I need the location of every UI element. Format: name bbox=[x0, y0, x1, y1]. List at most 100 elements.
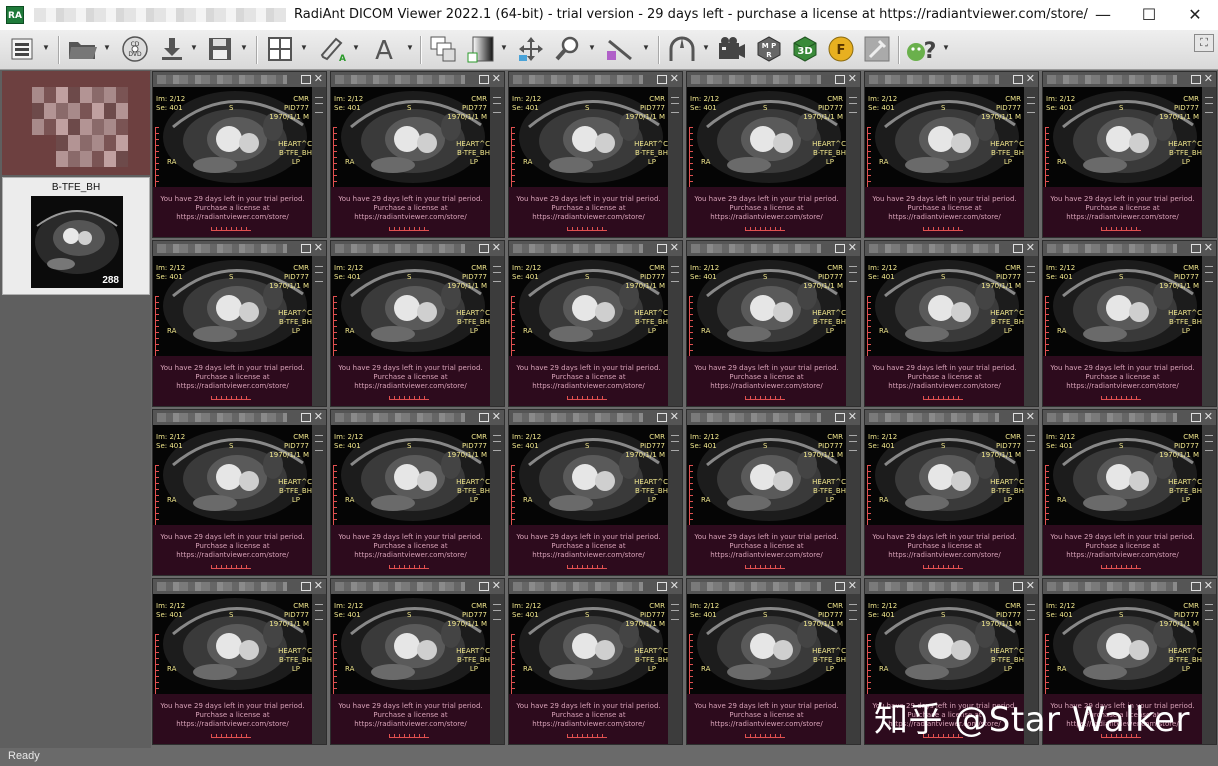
reset-dropdown-icon[interactable]: ▼ bbox=[702, 43, 710, 52]
scrollbar-thumb[interactable] bbox=[849, 604, 857, 620]
download-dropdown-icon[interactable]: ▼ bbox=[190, 43, 198, 52]
zoom-button[interactable] bbox=[552, 34, 584, 64]
series-thumbnail-blurred[interactable] bbox=[2, 71, 150, 175]
viewport-maximize-icon[interactable] bbox=[479, 582, 489, 591]
cardiac-mri-image[interactable]: Im: 2/12 Se: 401 CMR PID777 1970/1/1 M S HEART… bbox=[331, 87, 490, 187]
viewport-pane[interactable]: ✕ Im: 2/12 Se: 401 CMR PID777 1970/1/1 M S HEAR… bbox=[330, 409, 505, 576]
scrollbar-thumb[interactable] bbox=[1027, 435, 1035, 451]
cardiac-mri-image[interactable]: Im: 2/12 Se: 401 CMR PID777 1970/1/1 M S HEART… bbox=[865, 425, 1024, 525]
trial-notice-link[interactable]: https://radiantviewer.com/store/ bbox=[331, 551, 490, 560]
trial-notice-link[interactable]: https://radiantviewer.com/store/ bbox=[865, 213, 1024, 222]
viewport-maximize-icon[interactable] bbox=[657, 244, 667, 253]
layout-button[interactable] bbox=[266, 34, 294, 64]
viewport-pane[interactable]: ✕ Im: 2/12 Se: 401 CMR PID777 1970/1/1 M S HEAR… bbox=[1042, 240, 1217, 407]
close-button[interactable]: ✕ bbox=[1172, 0, 1218, 30]
trial-notice-link[interactable]: https://radiantviewer.com/store/ bbox=[509, 551, 668, 560]
viewport-scrollbar[interactable] bbox=[1202, 425, 1216, 575]
trial-notice-link[interactable]: https://radiantviewer.com/store/ bbox=[331, 213, 490, 222]
scrollbar-thumb[interactable] bbox=[315, 435, 323, 451]
scrollbar-thumb[interactable] bbox=[1205, 604, 1213, 620]
measure-button[interactable] bbox=[604, 34, 636, 64]
viewport-pane[interactable]: ✕ Im: 2/12 Se: 401 CMR PID777 1970/1/1 M S HEAR… bbox=[330, 240, 505, 407]
trial-notice-link[interactable]: https://radiantviewer.com/store/ bbox=[331, 382, 490, 391]
viewport-pane[interactable]: ✕ Im: 2/12 Se: 401 CMR PID777 1970/1/1 M S HEAR… bbox=[686, 240, 861, 407]
scrollbar-thumb[interactable] bbox=[315, 97, 323, 113]
trial-notice-link[interactable]: https://radiantviewer.com/store/ bbox=[509, 720, 668, 729]
viewport-scrollbar[interactable] bbox=[1202, 256, 1216, 406]
viewport-maximize-icon[interactable] bbox=[301, 413, 311, 422]
viewport-close-icon[interactable]: ✕ bbox=[492, 72, 501, 87]
viewport-maximize-icon[interactable] bbox=[835, 413, 845, 422]
viewport-maximize-icon[interactable] bbox=[1013, 75, 1023, 84]
viewport-close-icon[interactable]: ✕ bbox=[314, 241, 323, 256]
menu-button[interactable] bbox=[8, 34, 36, 64]
cardiac-mri-image[interactable]: Im: 2/12 Se: 401 CMR PID777 1970/1/1 M S HEART… bbox=[331, 594, 490, 694]
scrollbar-thumb[interactable] bbox=[315, 604, 323, 620]
viewport-scrollbar[interactable] bbox=[668, 425, 682, 575]
trial-notice-link[interactable]: https://radiantviewer.com/store/ bbox=[153, 551, 312, 560]
viewport-pane[interactable]: ✕ Im: 2/12 Se: 401 CMR PID777 1970/1/1 M S HEAR… bbox=[1042, 409, 1217, 576]
viewport-pane[interactable]: ✕ Im: 2/12 Se: 401 CMR PID777 1970/1/1 M S HEAR… bbox=[152, 578, 327, 745]
viewport-maximize-icon[interactable] bbox=[1191, 75, 1201, 84]
viewport-close-icon[interactable]: ✕ bbox=[1026, 241, 1035, 256]
viewport-pane[interactable]: ✕ Im: 2/12 Se: 401 CMR PID777 1970/1/1 M S HEAR… bbox=[152, 240, 327, 407]
scrollbar-thumb[interactable] bbox=[671, 97, 679, 113]
viewport-maximize-icon[interactable] bbox=[479, 244, 489, 253]
viewport-pane[interactable]: ✕ Im: 2/12 Se: 401 CMR PID777 1970/1/1 M S HEAR… bbox=[686, 409, 861, 576]
trial-notice-link[interactable]: https://radiantviewer.com/store/ bbox=[865, 382, 1024, 391]
viewport-maximize-icon[interactable] bbox=[1013, 413, 1023, 422]
viewport-close-icon[interactable]: ✕ bbox=[670, 410, 679, 425]
viewport-maximize-icon[interactable] bbox=[1191, 582, 1201, 591]
viewport-pane[interactable]: ✕ Im: 2/12 Se: 401 CMR PID777 1970/1/1 M S HEAR… bbox=[686, 71, 861, 238]
cardiac-mri-image[interactable]: Im: 2/12 Se: 401 CMR PID777 1970/1/1 M S HEART… bbox=[331, 256, 490, 356]
scrollbar-thumb[interactable] bbox=[1205, 435, 1213, 451]
scrollbar-thumb[interactable] bbox=[671, 604, 679, 620]
viewport-maximize-icon[interactable] bbox=[657, 75, 667, 84]
cardiac-mri-image[interactable]: Im: 2/12 Se: 401 CMR PID777 1970/1/1 M S HEART… bbox=[331, 425, 490, 525]
menu-dropdown-icon[interactable]: ▼ bbox=[42, 43, 50, 52]
scrollbar-thumb[interactable] bbox=[493, 97, 501, 113]
cardiac-mri-image[interactable]: Im: 2/12 Se: 401 CMR PID777 1970/1/1 M S HEART… bbox=[509, 425, 668, 525]
scrollbar-thumb[interactable] bbox=[493, 435, 501, 451]
viewport-scrollbar[interactable] bbox=[846, 87, 860, 237]
cardiac-mri-image[interactable]: Im: 2/12 Se: 401 CMR PID777 1970/1/1 M S HEART… bbox=[865, 256, 1024, 356]
viewport-scrollbar[interactable] bbox=[490, 87, 504, 237]
series-thumbnail[interactable]: B-TFE_BH 288 bbox=[2, 177, 150, 295]
trial-notice-link[interactable]: https://radiantviewer.com/store/ bbox=[687, 213, 846, 222]
viewport-scrollbar[interactable] bbox=[312, 256, 326, 406]
trial-notice-link[interactable]: https://radiantviewer.com/store/ bbox=[687, 720, 846, 729]
cardiac-mri-image[interactable]: Im: 2/12 Se: 401 CMR PID777 1970/1/1 M S HEART… bbox=[153, 256, 312, 356]
scrollbar-thumb[interactable] bbox=[493, 266, 501, 282]
viewport-scrollbar[interactable] bbox=[846, 594, 860, 744]
trial-notice-link[interactable]: https://radiantviewer.com/store/ bbox=[509, 382, 668, 391]
scrollbar-thumb[interactable] bbox=[1205, 97, 1213, 113]
viewport-maximize-icon[interactable] bbox=[1191, 413, 1201, 422]
help-button[interactable]: ? bbox=[904, 34, 940, 64]
viewport-scrollbar[interactable] bbox=[1024, 425, 1038, 575]
reset-view-button[interactable] bbox=[666, 34, 698, 64]
viewport-pane[interactable]: ✕ Im: 2/12 Se: 401 CMR PID777 1970/1/1 M S HEAR… bbox=[508, 409, 683, 576]
cardiac-mri-image[interactable]: Im: 2/12 Se: 401 CMR PID777 1970/1/1 M S HEART… bbox=[1043, 256, 1202, 356]
viewport-pane[interactable]: ✕ Im: 2/12 Se: 401 CMR PID777 1970/1/1 M S HEAR… bbox=[686, 578, 861, 745]
trial-notice-link[interactable]: https://radiantviewer.com/store/ bbox=[1043, 213, 1202, 222]
viewport-maximize-icon[interactable] bbox=[479, 75, 489, 84]
viewport-scrollbar[interactable] bbox=[490, 425, 504, 575]
viewport-pane[interactable]: ✕ Im: 2/12 Se: 401 CMR PID777 1970/1/1 M S HEAR… bbox=[864, 240, 1039, 407]
cardiac-mri-image[interactable]: Im: 2/12 Se: 401 CMR PID777 1970/1/1 M S HEART… bbox=[509, 256, 668, 356]
viewport-pane[interactable]: ✕ Im: 2/12 Se: 401 CMR PID777 1970/1/1 M S HEAR… bbox=[330, 578, 505, 745]
viewport-pane[interactable]: ✕ Im: 2/12 Se: 401 CMR PID777 1970/1/1 M S HEAR… bbox=[152, 71, 327, 238]
viewport-close-icon[interactable]: ✕ bbox=[1204, 410, 1213, 425]
layout-dropdown-icon[interactable]: ▼ bbox=[300, 43, 308, 52]
viewport-scrollbar[interactable] bbox=[846, 256, 860, 406]
viewport-maximize-icon[interactable] bbox=[835, 75, 845, 84]
viewport-close-icon[interactable]: ✕ bbox=[314, 72, 323, 87]
text-button[interactable]: A bbox=[368, 34, 400, 64]
viewport-pane[interactable]: ✕ Im: 2/12 Se: 401 CMR PID777 1970/1/1 M S HEAR… bbox=[152, 409, 327, 576]
viewport-maximize-icon[interactable] bbox=[301, 582, 311, 591]
viewport-maximize-icon[interactable] bbox=[301, 75, 311, 84]
viewport-close-icon[interactable]: ✕ bbox=[492, 410, 501, 425]
viewport-pane[interactable]: ✕ Im: 2/12 Se: 401 CMR PID777 1970/1/1 M S HEAR… bbox=[1042, 71, 1217, 238]
measure-dropdown-icon[interactable]: ▼ bbox=[642, 43, 650, 52]
save-button[interactable] bbox=[206, 34, 234, 64]
viewport-close-icon[interactable]: ✕ bbox=[1026, 72, 1035, 87]
